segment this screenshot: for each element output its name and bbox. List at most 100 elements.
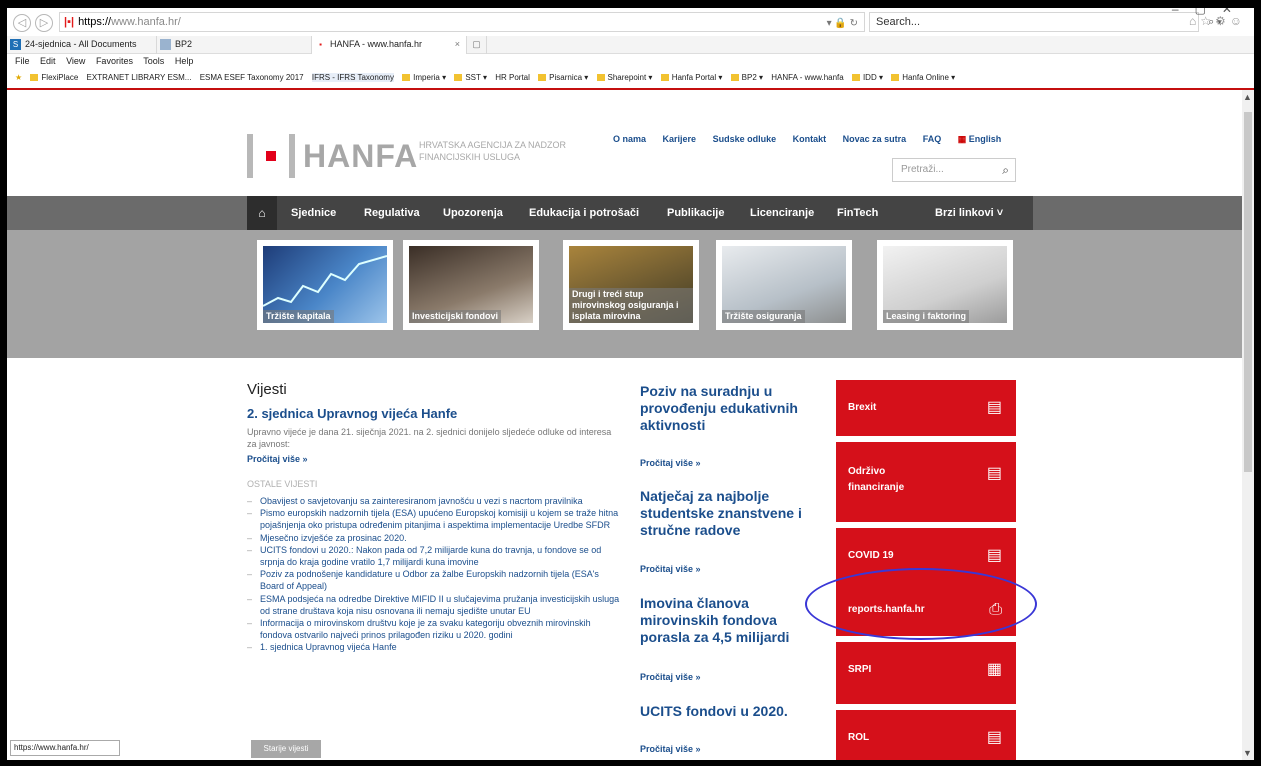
fav-hr-portal[interactable]: HR Portal (495, 73, 530, 82)
back-icon[interactable]: ◁ (13, 14, 31, 32)
fav-sst[interactable]: SST ▾ (454, 73, 487, 82)
featured-read-more-link[interactable]: Pročitaj više » (640, 564, 701, 574)
menu-edit[interactable]: Edit (40, 56, 56, 66)
page-scrollbar[interactable]: ▲ ▼ (1242, 90, 1254, 760)
toolbar-icons[interactable]: ⌂☆⚙☺ (1189, 14, 1246, 28)
fav-hanfa-www[interactable]: HANFA - www.hanfa (771, 73, 843, 82)
scroll-up-icon[interactable]: ▲ (1243, 92, 1252, 102)
tile-image: Investicijski fondovi (409, 246, 533, 323)
fav-extranet[interactable]: EXTRANET LIBRARY ESM... (87, 73, 192, 82)
new-tab-button[interactable]: ▢ (467, 36, 487, 54)
tab-sharepoint[interactable]: S 24-sjednica - All Documents (7, 36, 157, 54)
document-icon: ▤ (986, 465, 1002, 482)
link-novac-za-sutra[interactable]: Novac za sutra (843, 134, 907, 144)
hanfa-favicon: ▪ (319, 40, 322, 49)
url-input[interactable]: |▪| https://www.hanfa.hr/ ▾ 🔒 ↻ (59, 12, 865, 32)
hanfa-logo[interactable]: HANFA (247, 128, 417, 178)
search-icon[interactable]: ⌕ (1002, 159, 1009, 181)
tab-hanfa-active[interactable]: ▪ HANFA - www.hanfa.hr × (312, 36, 467, 54)
card-label: COVID 19 (848, 550, 894, 561)
close-tab-icon[interactable]: × (455, 36, 460, 53)
menu-bar: File Edit View Favorites Tools Help (7, 54, 1254, 70)
news-item[interactable]: –1. sjednica Upravnog vijeća Hanfe (247, 641, 625, 653)
tab-bp2[interactable]: BP2 (157, 36, 312, 54)
tab-label: HANFA - www.hanfa.hr (330, 39, 423, 49)
tile-investicijski-fondovi[interactable]: Investicijski fondovi (403, 240, 539, 330)
news-item[interactable]: – Pismo europskih nadzornih tijela (ESA) … (247, 507, 625, 531)
link-kontakt[interactable]: Kontakt (793, 134, 827, 144)
fav-sharepoint[interactable]: Sharepoint ▾ (596, 73, 652, 82)
window-controls[interactable]: –▢✕ (1172, 8, 1248, 16)
tile-trziste-osiguranja[interactable]: Tržište osiguranja (716, 240, 852, 330)
tile-mirovinsko-osiguranje[interactable]: Drugi i treći stup mirovinskog osiguranj… (563, 240, 699, 330)
fav-hanfa-online[interactable]: Hanfa Online ▾ (891, 73, 955, 82)
fav-pisarnica[interactable]: Pisarnica ▾ (538, 73, 588, 82)
nav-licenciranje[interactable]: Licenciranje (750, 196, 814, 230)
tile-caption: Drugi i treći stup mirovinskog osiguranj… (569, 288, 693, 323)
menu-favorites[interactable]: Favorites (96, 56, 133, 66)
featured-title[interactable]: Natječaj za najbolje studentske znanstve… (640, 488, 830, 539)
fav-hanfa-portal[interactable]: Hanfa Portal ▾ (660, 73, 722, 82)
fav-bp2[interactable]: BP2 ▾ (730, 73, 763, 82)
home-icon[interactable]: ⌂ (247, 196, 277, 230)
menu-file[interactable]: File (15, 56, 30, 66)
link-karijere[interactable]: Karijere (663, 134, 697, 144)
cabinet-icon: ▦ (986, 661, 1002, 678)
link-o-nama[interactable]: O nama (613, 134, 646, 144)
nav-sjednice[interactable]: Sjednice (291, 196, 336, 230)
fav-idd[interactable]: IDD ▾ (851, 73, 883, 82)
tile-trziste-kapitala[interactable]: Tržište kapitala (257, 240, 393, 330)
news-item[interactable]: – Mjesečno izvješće za prosinac 2020. (247, 532, 625, 544)
lead-read-more-link[interactable]: Pročitaj više » (247, 454, 308, 464)
menu-tools[interactable]: Tools (143, 56, 164, 66)
nav-upozorenja[interactable]: Upozorenja (443, 196, 503, 230)
tile-leasing-faktoring[interactable]: Leasing i faktoring (877, 240, 1013, 330)
fav-imperia[interactable]: Imperia ▾ (402, 73, 446, 82)
fav-flexiplace[interactable]: FlexiPlace (30, 73, 78, 82)
card-srpi[interactable]: SRPI ▦ (836, 642, 1016, 704)
favorites-star-icon[interactable]: ★ (15, 73, 22, 82)
link-sudske-odluke[interactable]: Sudske odluke (713, 134, 777, 144)
fav-ifrs[interactable]: IFRS - IFRS Taxonomy (311, 73, 394, 82)
link-english[interactable]: ▦ English (958, 134, 1002, 144)
nav-brzi-linkovi[interactable]: Brzi linkovi ˅ (935, 196, 1003, 230)
card-odrzivo-financiranje[interactable]: Održivo financiranje ▤ (836, 442, 1016, 522)
browser-search-input[interactable]: Search... ⌕ ▾ (869, 12, 1222, 32)
card-label: Održivo financiranje (848, 466, 905, 493)
favorites-bar: ★ FlexiPlace EXTRANET LIBRARY ESM... ESM… (7, 70, 1254, 87)
forward-icon[interactable]: ▷ (35, 14, 53, 32)
card-brexit[interactable]: Brexit ▤ (836, 380, 1016, 436)
older-news-button[interactable]: Starije vijesti (251, 740, 321, 758)
bullet: – (247, 642, 253, 653)
lock-refresh-icons[interactable]: ▾ 🔒 ↻ (827, 15, 858, 33)
uk-flag-icon: ▦ (957, 134, 967, 144)
news-item[interactable]: – ESMA podsjeća na odredbe Direktive MIFI… (247, 593, 625, 617)
featured-read-more-link[interactable]: Pročitaj više » (640, 744, 701, 754)
featured-read-more-link[interactable]: Pročitaj više » (640, 458, 701, 468)
card-rol[interactable]: ROL ▤ (836, 710, 1016, 760)
nav-regulativa[interactable]: Regulativa (364, 196, 420, 230)
tile-caption: Investicijski fondovi (409, 310, 502, 323)
menu-help[interactable]: Help (175, 56, 194, 66)
menu-view[interactable]: View (66, 56, 85, 66)
news-item[interactable]: – Obavijest o savjetovanju sa zainteresir… (247, 495, 625, 507)
news-item[interactable]: – Poziv za podnošenje kandidature u Odbor… (247, 568, 625, 592)
news-item[interactable]: – Informacija o mirovinskom društvu koje … (247, 617, 625, 641)
nav-edukacija[interactable]: Edukacija i potrošači (529, 196, 639, 230)
featured-title[interactable]: Poziv na suradnju u provođenju edukativn… (640, 383, 830, 434)
logo-text: HANFA (303, 138, 419, 174)
featured-title[interactable]: UCITS fondovi u 2020. (640, 703, 830, 720)
featured-title[interactable]: Imovina članova mirovinskih fondova pora… (640, 595, 830, 646)
scroll-down-icon[interactable]: ▼ (1243, 748, 1252, 758)
lead-news-title[interactable]: 2. sjednica Upravnog vijeća Hanfe (247, 406, 457, 421)
site-search-input[interactable]: Pretraži... ⌕ (892, 158, 1016, 182)
news-item[interactable]: – UCITS fondovi u 2020.: Nakon pada od 7,… (247, 544, 625, 568)
link-faq[interactable]: FAQ (923, 134, 942, 144)
featured-read-more-link[interactable]: Pročitaj više » (640, 672, 701, 682)
scroll-thumb[interactable] (1244, 112, 1252, 472)
tile-caption: Tržište osiguranja (722, 310, 805, 323)
fav-esma-esef[interactable]: ESMA ESEF Taxonomy 2017 (200, 73, 304, 82)
nav-publikacije[interactable]: Publikacije (667, 196, 724, 230)
bullet: – (247, 618, 253, 629)
nav-fintech[interactable]: FinTech (837, 196, 878, 230)
